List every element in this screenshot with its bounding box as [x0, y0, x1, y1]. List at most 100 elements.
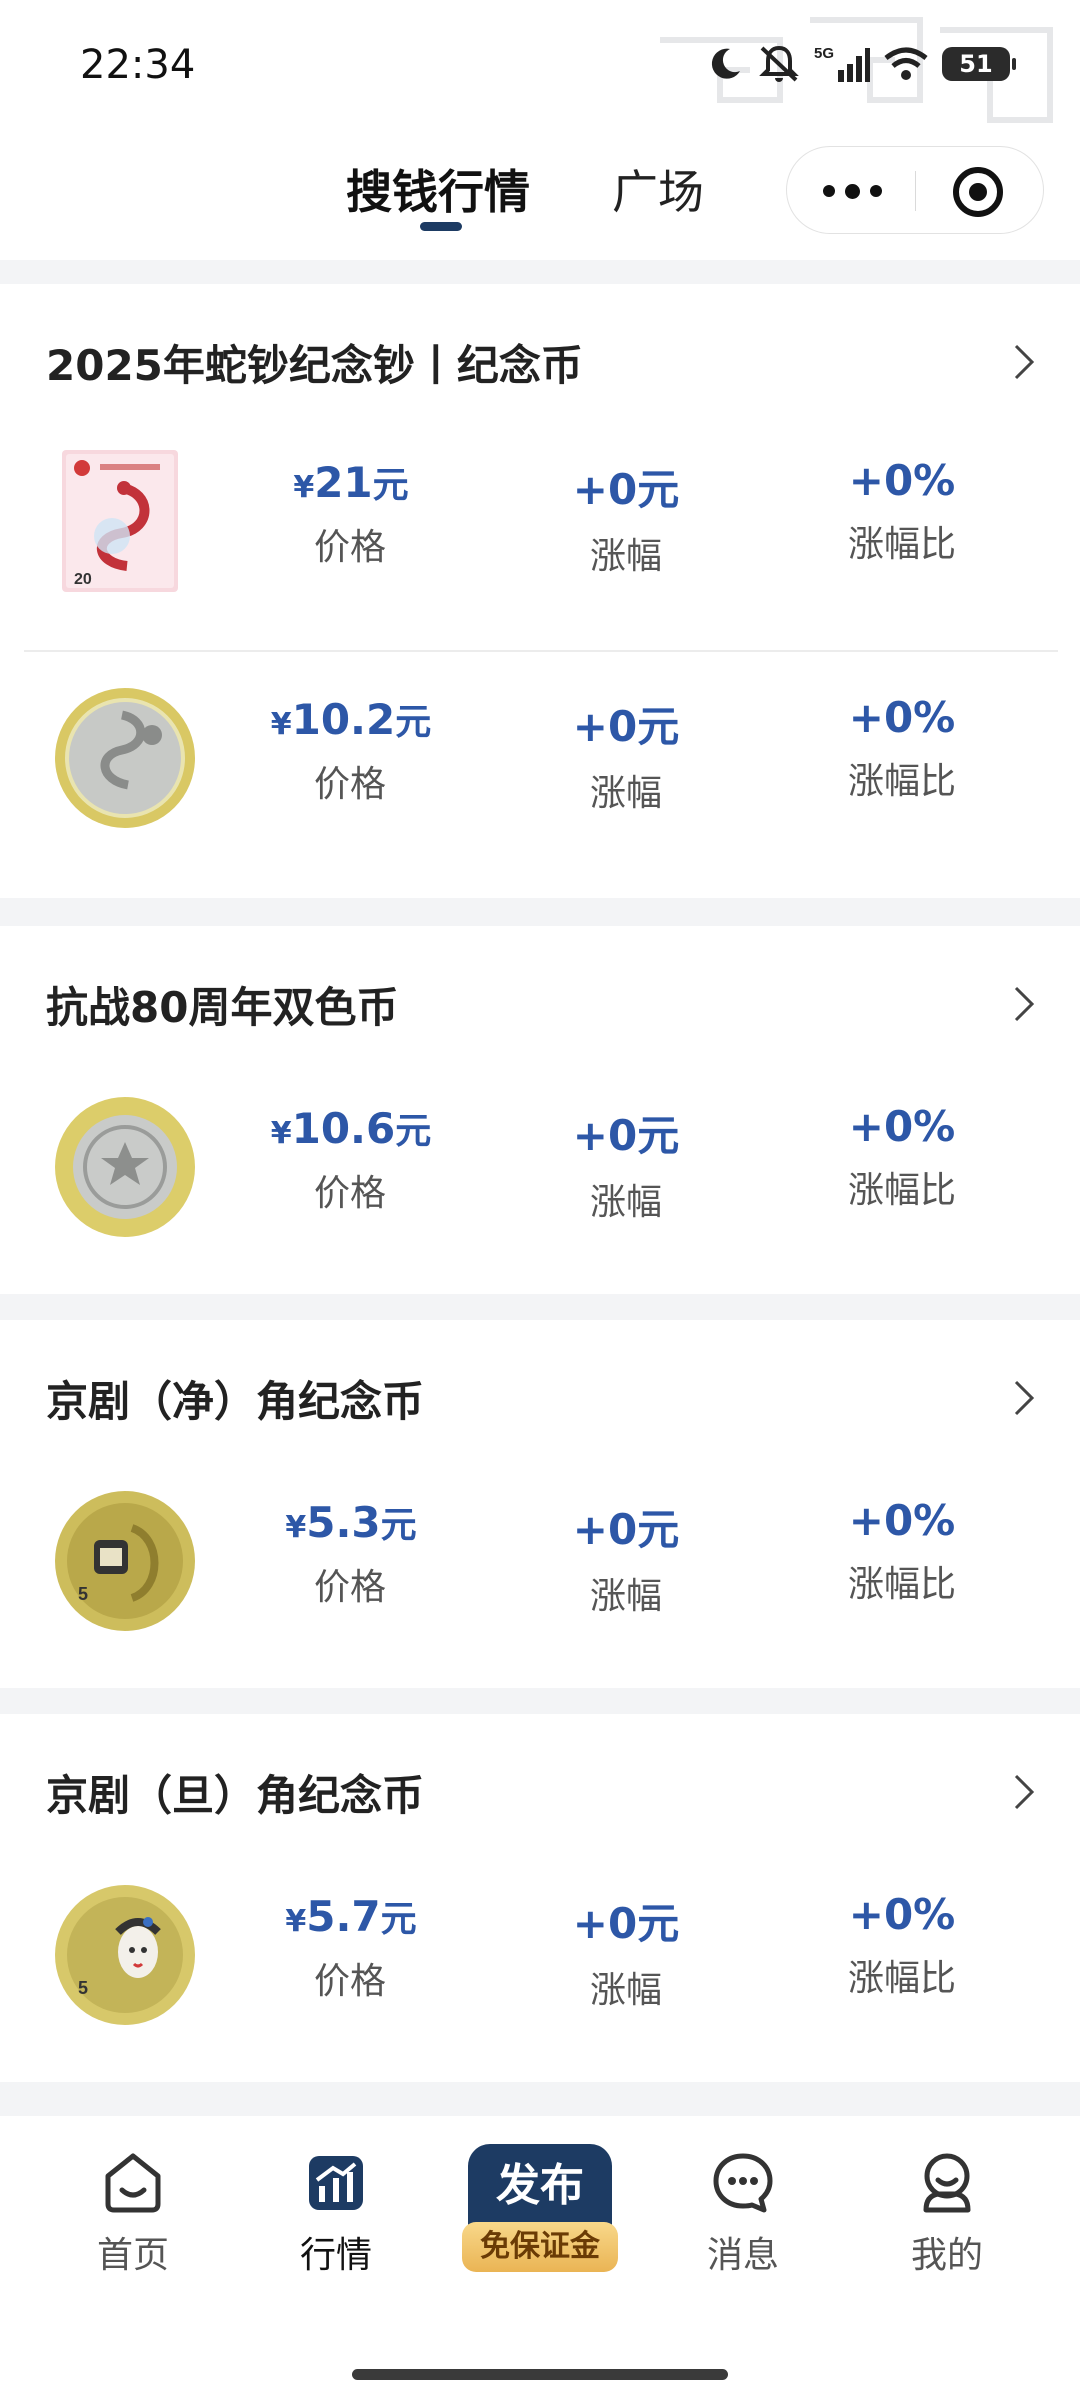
change-pct-cell: +0% 涨幅比 [782, 1890, 1022, 2001]
chat-bubble-icon [713, 2153, 773, 2213]
chevron-right-icon[interactable] [1008, 1378, 1040, 1418]
change-value: +0元 [572, 1505, 680, 1554]
change-label: 涨幅 [589, 1970, 662, 2011]
chevron-right-icon[interactable] [1008, 1772, 1040, 1812]
change-label: 涨幅 [589, 1182, 662, 1223]
tab-square[interactable]: 广场 [612, 156, 704, 222]
section-title[interactable]: 京剧（净）角纪念币 [46, 1368, 424, 1429]
change-label: 涨幅 [589, 1576, 662, 1617]
battery-icon: 51 [942, 47, 1016, 81]
price-value: ¥5.3元 [285, 1498, 416, 1547]
list-item[interactable]: 20 ¥21元 价格 +0元 涨幅 +0% 涨幅比 [0, 428, 1080, 608]
status-icons: 5G 51 [706, 44, 1016, 84]
change-pct-value: +0% [848, 1496, 956, 1545]
price-cell: ¥10.2元 价格 [230, 693, 470, 807]
change-pct-value: +0% [848, 456, 956, 505]
price-value: ¥5.7元 [285, 1892, 416, 1941]
home-icon [105, 2153, 161, 2213]
nav-home[interactable]: 首页 [58, 2150, 208, 2278]
nav-mine[interactable]: 我的 [872, 2150, 1022, 2278]
change-cell: +0元 涨幅 [506, 1890, 746, 2013]
header: 搜钱行情 广场 [0, 130, 1080, 260]
chevron-right-icon[interactable] [1008, 984, 1040, 1024]
price-cell: ¥5.3元 价格 [230, 1496, 470, 1610]
user-icon [923, 2153, 971, 2213]
list-item[interactable]: 5 ¥5.3元 价格 +0元 涨幅 +0% 涨幅比 [0, 1468, 1080, 1648]
bottom-nav: 首页 行情 发布 免保证金 消息 我的 [0, 2116, 1080, 2400]
change-label: 涨幅 [589, 536, 662, 577]
section-card: 京剧（净）角纪念币 5 ¥5.3元 价格 +0元 涨幅 +0% 涨幅比 [0, 1320, 1080, 1688]
snake-banknote-image: 20 [62, 450, 178, 592]
publish-badge: 免保证金 [462, 2222, 618, 2272]
snake-coin-image [55, 688, 195, 828]
tab-market[interactable]: 搜钱行情 [346, 156, 530, 222]
change-cell: +0元 涨幅 [506, 1102, 746, 1225]
publish-label: 发布 [468, 2144, 612, 2234]
change-pct-label: 涨幅比 [847, 1564, 956, 1605]
row-divider [24, 650, 1058, 652]
status-bar: 22:34 5G 51 [0, 0, 1080, 233]
change-pct-cell: +0% 涨幅比 [782, 1102, 1022, 1213]
price-label: 价格 [313, 1173, 386, 1214]
change-cell: +0元 涨幅 [506, 693, 746, 816]
tab-active-indicator [420, 222, 462, 231]
change-pct-label: 涨幅比 [847, 1958, 956, 1999]
svg-text:20: 20 [74, 571, 92, 588]
list-item[interactable]: 5 ¥5.7元 价格 +0元 涨幅 +0% 涨幅比 [0, 1862, 1080, 2042]
section-card: 2025年蛇钞纪念钞丨纪念币 20 ¥21元 价格 +0元 涨幅 +0% 涨幅比 [0, 284, 1080, 898]
chevron-right-icon[interactable] [1008, 342, 1040, 382]
nav-messages-label: 消息 [706, 2235, 779, 2276]
change-cell: +0元 涨幅 [506, 1496, 746, 1619]
opera-dan-coin-image: 5 [55, 1885, 195, 2025]
price-label: 价格 [313, 764, 386, 805]
section-title[interactable]: 京剧（旦）角纪念币 [46, 1762, 424, 1823]
nav-home-label: 首页 [96, 2235, 169, 2276]
change-pct-value: +0% [848, 1890, 956, 1939]
change-value: +0元 [572, 1899, 680, 1948]
change-pct-label: 涨幅比 [847, 761, 956, 802]
change-pct-cell: +0% 涨幅比 [782, 456, 1022, 567]
capsule-divider [915, 171, 916, 211]
price-cell: ¥5.7元 价格 [230, 1890, 470, 2004]
market-chart-icon [309, 2156, 363, 2210]
change-pct-label: 涨幅比 [847, 1170, 956, 1211]
price-label: 价格 [313, 1961, 386, 2002]
target-icon[interactable] [953, 167, 1003, 217]
change-value: +0元 [572, 1111, 680, 1160]
mute-bell-icon [759, 45, 799, 82]
svg-text:5: 5 [78, 1978, 88, 1998]
price-value: ¥10.6元 [270, 1104, 432, 1153]
change-cell: +0元 涨幅 [506, 456, 746, 579]
list-item[interactable]: ¥10.6元 价格 +0元 涨幅 +0% 涨幅比 [0, 1074, 1080, 1254]
list-item[interactable]: ¥10.2元 价格 +0元 涨幅 +0% 涨幅比 [0, 665, 1080, 845]
change-pct-cell: +0% 涨幅比 [782, 1496, 1022, 1607]
more-icon[interactable] [815, 169, 889, 213]
section-title[interactable]: 2025年蛇钞纪念钞丨纪念币 [46, 332, 583, 393]
change-value: +0元 [572, 465, 680, 514]
signal-icon: 5G [814, 45, 870, 82]
section-title[interactable]: 抗战80周年双色币 [46, 974, 398, 1035]
change-pct-value: +0% [848, 1102, 956, 1151]
section-card: 京剧（旦）角纪念币 5 ¥5.7元 价格 +0元 涨幅 +0% 涨幅比 [0, 1714, 1080, 2082]
price-cell: ¥21元 价格 [230, 456, 470, 570]
nav-messages[interactable]: 消息 [668, 2150, 818, 2278]
wifi-icon [884, 47, 928, 80]
price-label: 价格 [313, 1567, 386, 1608]
change-pct-cell: +0% 涨幅比 [782, 693, 1022, 804]
change-value: +0元 [572, 702, 680, 751]
home-indicator [352, 2369, 728, 2380]
nav-mine-label: 我的 [910, 2235, 983, 2276]
nav-market-label: 行情 [299, 2235, 372, 2276]
mini-program-capsule [786, 146, 1044, 234]
section-card: 抗战80周年双色币 ¥10.6元 价格 +0元 涨幅 +0% 涨幅比 [0, 926, 1080, 1294]
publish-button[interactable]: 发布 免保证金 [462, 2144, 618, 2274]
price-value: ¥10.2元 [270, 695, 432, 744]
moon-icon [711, 48, 740, 79]
change-pct-label: 涨幅比 [847, 524, 956, 565]
nav-market[interactable]: 行情 [261, 2150, 411, 2278]
anniversary-coin-image [55, 1097, 195, 1237]
price-label: 价格 [313, 527, 386, 568]
opera-jing-coin-image: 5 [55, 1491, 195, 1631]
price-cell: ¥10.6元 价格 [230, 1102, 470, 1216]
price-value: ¥21元 [293, 458, 408, 507]
